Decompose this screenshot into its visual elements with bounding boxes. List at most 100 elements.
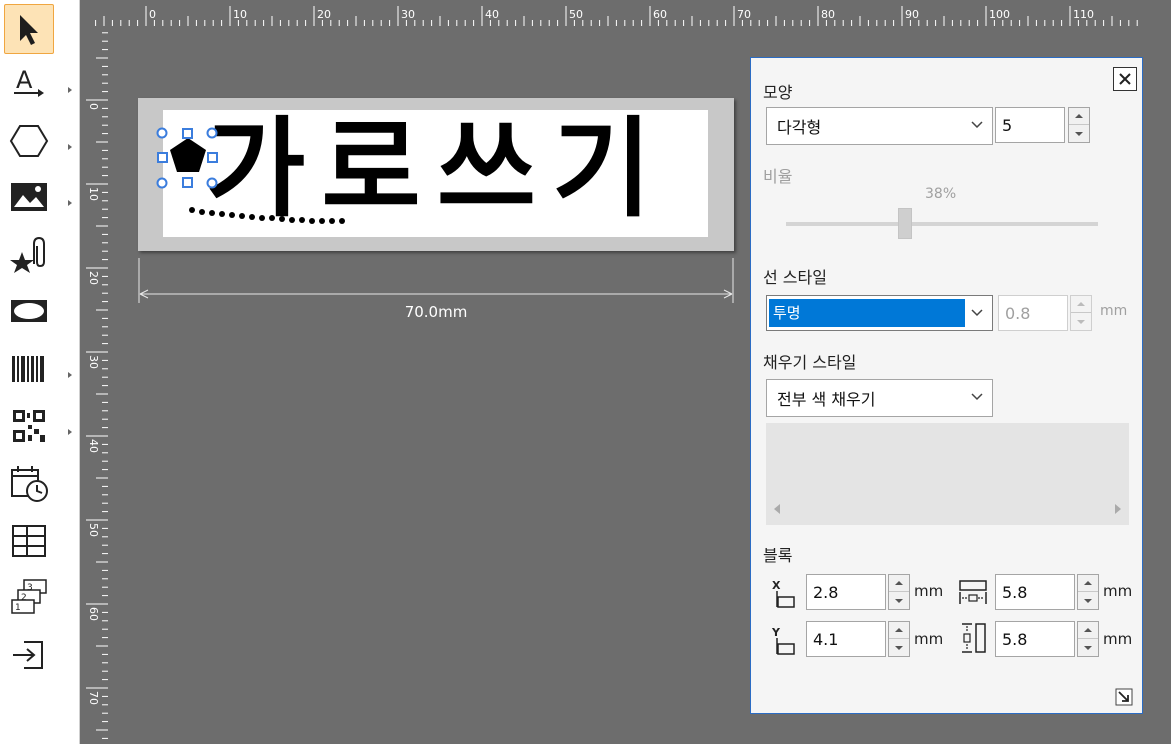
calendar-clock-icon <box>11 466 48 502</box>
fill-style-section-title: 채우기 스타일 <box>763 353 857 372</box>
barcode-tool-button[interactable] <box>4 344 54 394</box>
vertical-ruler: 0 10 20 30 40 50 60 70 <box>80 28 120 744</box>
ruler-label: 10 <box>87 187 100 201</box>
width-value: 5.8 <box>1002 582 1028 602</box>
qrcode-tool-expand-icon[interactable] <box>66 422 74 435</box>
triangle-down-icon <box>1084 598 1092 603</box>
width-input[interactable]: 5.8 <box>995 574 1075 610</box>
stepper-up-button[interactable] <box>889 622 909 639</box>
image-tool-button[interactable] <box>4 172 54 222</box>
selected-shape-group[interactable] <box>150 120 360 230</box>
stepper-up-button <box>1071 296 1091 313</box>
line-width-stepper <box>1070 295 1092 331</box>
ruler-label: 40 <box>87 439 100 453</box>
triangle-up-icon <box>895 581 903 585</box>
stepper-up-button[interactable] <box>1069 108 1089 125</box>
insert-object-tool-button[interactable] <box>4 630 54 680</box>
y-position-input[interactable]: 4.1 <box>806 621 886 657</box>
table-icon <box>12 525 46 557</box>
ruler-label: 50 <box>569 8 583 21</box>
x-position-stepper[interactable] <box>888 574 910 610</box>
stepper-down-button[interactable] <box>1078 592 1098 609</box>
ratio-slider-track[interactable] <box>786 222 1098 226</box>
y-position-unit: mm <box>914 630 944 648</box>
shape-tool-expand-icon[interactable] <box>66 137 74 150</box>
ruler-label: 10 <box>233 8 247 21</box>
y-position-stepper[interactable] <box>888 621 910 657</box>
stepper-down-button[interactable] <box>889 592 909 609</box>
shape-type-value: 다각형 <box>777 118 822 137</box>
pentagon-shape[interactable] <box>170 138 206 172</box>
datetime-tool-button[interactable] <box>4 458 54 508</box>
ruler-label: 0 <box>149 8 156 21</box>
triangle-up-icon <box>1075 114 1083 118</box>
ruler-label: 20 <box>317 8 331 21</box>
width-dimension-label: 70.0mm <box>404 303 468 321</box>
triangle-down-icon <box>895 645 903 650</box>
expand-panel-icon[interactable] <box>1115 688 1133 706</box>
line-style-section-title: 선 스타일 <box>763 268 827 287</box>
stepper-down-button[interactable] <box>1069 125 1089 142</box>
clipart-tool-button[interactable] <box>4 230 54 280</box>
width-dimension-line <box>138 258 734 303</box>
triangle-down-icon <box>895 598 903 603</box>
svg-text:A: A <box>16 66 33 94</box>
fill-pattern-list[interactable] <box>766 423 1129 525</box>
text-tool-expand-icon[interactable] <box>66 80 74 93</box>
text-tool-button[interactable]: A <box>4 59 54 109</box>
database-tool-button[interactable]: 321 <box>4 572 54 622</box>
oval-frame-icon <box>11 300 47 322</box>
tool-palette: A 321 <box>0 0 80 744</box>
shape-section-title: 모양 <box>763 83 793 102</box>
ruler-label: 100 <box>989 8 1010 21</box>
stepper-down-button[interactable] <box>889 639 909 656</box>
ruler-label: 30 <box>401 8 415 21</box>
polygon-sides-input[interactable]: 5 <box>995 107 1065 143</box>
polygon-sides-stepper[interactable] <box>1068 107 1090 143</box>
width-stepper[interactable] <box>1077 574 1099 610</box>
shape-type-select[interactable]: 다각형 <box>766 107 993 145</box>
scroll-right-icon[interactable] <box>1113 503 1123 515</box>
qrcode-tool-button[interactable] <box>4 401 54 451</box>
stepper-up-button[interactable] <box>1078 575 1098 592</box>
select-tool-button[interactable] <box>4 4 54 54</box>
triangle-up-icon <box>1077 302 1085 306</box>
ruler-label: 90 <box>905 8 919 21</box>
qrcode-icon <box>13 410 45 442</box>
shape-tool-button[interactable] <box>4 116 54 166</box>
close-panel-button[interactable] <box>1113 67 1137 91</box>
image-tool-expand-icon[interactable] <box>66 193 74 206</box>
scroll-left-icon[interactable] <box>772 503 782 515</box>
height-icon <box>962 623 986 653</box>
table-tool-button[interactable] <box>4 516 54 566</box>
image-icon <box>11 183 47 211</box>
x-position-input[interactable]: 2.8 <box>806 574 886 610</box>
y-position-icon: Y <box>771 626 795 655</box>
ratio-value-label: 38% <box>925 186 957 202</box>
ruler-label: 80 <box>821 8 835 21</box>
ratio-slider-thumb[interactable] <box>897 208 912 239</box>
x-position-unit: mm <box>914 582 944 600</box>
line-style-value: 투명 <box>769 299 965 327</box>
height-stepper[interactable] <box>1077 621 1099 657</box>
stepper-down-button[interactable] <box>1078 639 1098 656</box>
height-input[interactable]: 5.8 <box>995 621 1075 657</box>
stacked-pages-icon: 321 <box>11 579 47 614</box>
barcode-tool-expand-icon[interactable] <box>66 365 74 378</box>
frame-tool-button[interactable] <box>4 286 54 336</box>
stepper-up-button[interactable] <box>1078 622 1098 639</box>
ruler-label: 30 <box>87 355 100 369</box>
line-style-select[interactable]: 투명 <box>766 295 993 331</box>
stepper-up-button[interactable] <box>889 575 909 592</box>
chevron-down-icon <box>971 121 983 129</box>
triangle-down-icon <box>1077 319 1085 324</box>
fill-style-value: 전부 색 채우기 <box>777 390 876 409</box>
block-section-title: 블록 <box>763 546 793 565</box>
ruler-label: 40 <box>485 8 499 21</box>
dotted-line-object[interactable] <box>189 207 345 224</box>
svg-text:X: X <box>772 579 781 592</box>
line-width-unit: mm <box>1100 303 1128 319</box>
triangle-up-icon <box>895 628 903 632</box>
fill-style-select[interactable]: 전부 색 채우기 <box>766 379 993 417</box>
close-icon <box>1119 73 1131 85</box>
